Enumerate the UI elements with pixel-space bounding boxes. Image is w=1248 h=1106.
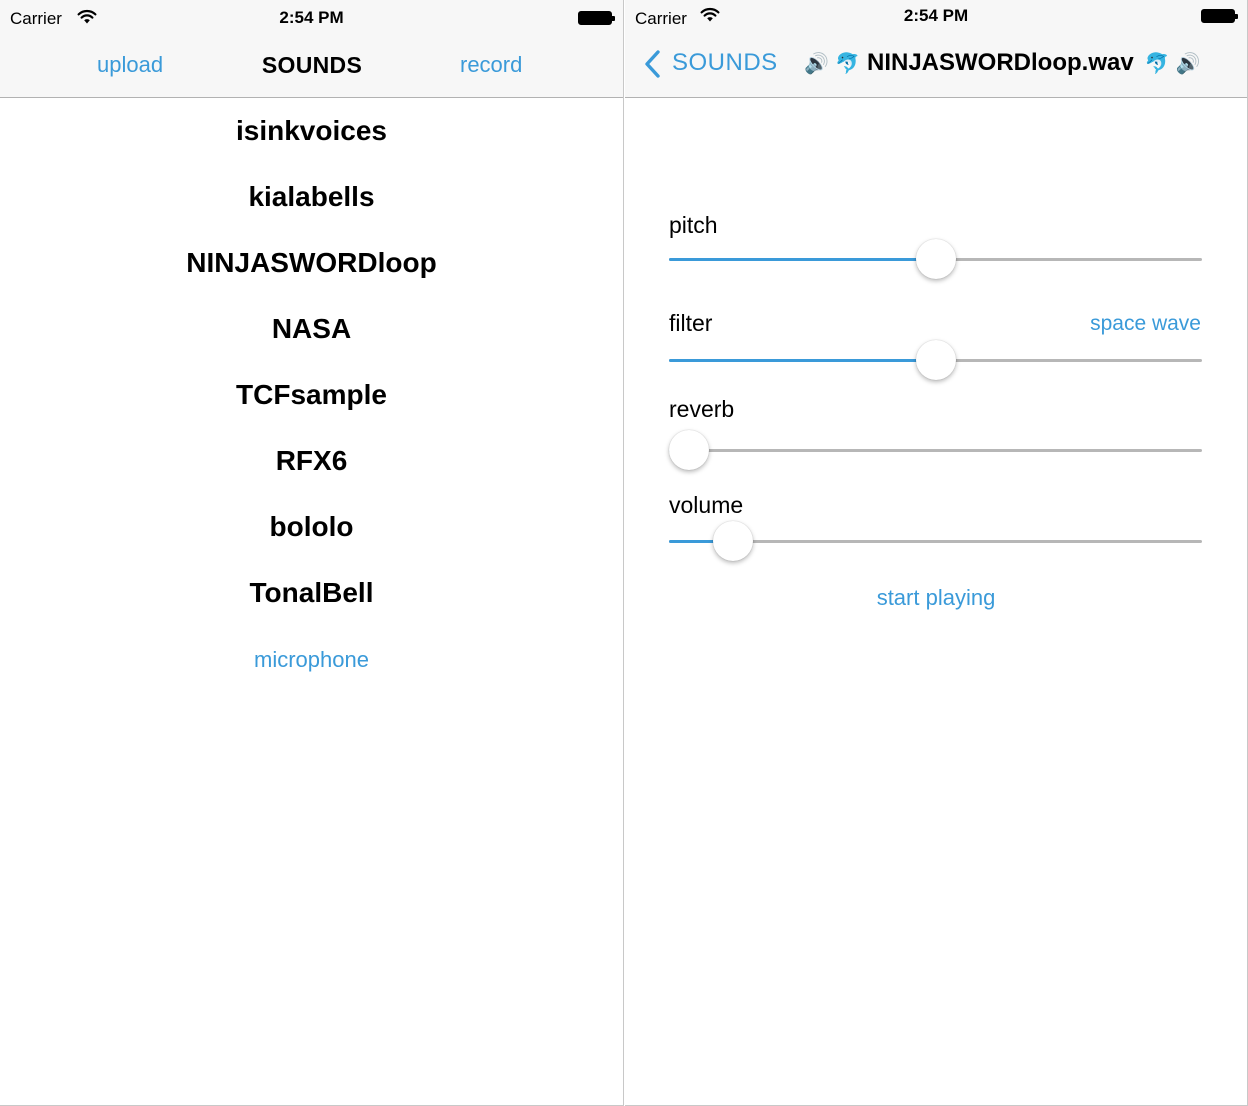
- sound-item[interactable]: NASA: [0, 313, 623, 345]
- slider-thumb[interactable]: [915, 239, 956, 279]
- status-time: 2:54 PM: [903, 6, 969, 25]
- dolphin-icon: 🐬: [1144, 52, 1170, 75]
- filter-label: filter: [669, 310, 713, 336]
- sound-item[interactable]: kialabells: [0, 181, 623, 213]
- speaker-icon: 🔊: [804, 52, 829, 75]
- slider-thumb[interactable]: [669, 430, 709, 470]
- volume-slider[interactable]: [669, 521, 1202, 561]
- sound-item[interactable]: isinkvoices: [0, 115, 623, 147]
- sounds-list-screen: Carrier 2:54 PM upload SOUNDS record isi…: [0, 0, 624, 1106]
- navigation-bar: Carrier 2:54 PM upload SOUNDS record: [0, 0, 623, 98]
- status-bar: Carrier 2:54 PM: [625, 0, 1247, 36]
- navigation-bar: Carrier 2:54 PM SOUNDS 🔊 🐬 NINJASWORDloo…: [625, 0, 1247, 98]
- sound-item[interactable]: TonalBell: [0, 577, 623, 609]
- slider-track: [669, 449, 1202, 452]
- volume-label: volume: [669, 492, 744, 518]
- reverb-slider[interactable]: [669, 430, 1202, 470]
- dolphin-icon: 🐬: [835, 52, 860, 75]
- slider-fill: [669, 359, 936, 362]
- back-button[interactable]: SOUNDS: [672, 49, 778, 77]
- filter-value-button[interactable]: space wave: [1090, 312, 1201, 336]
- status-bar: Carrier 2:54 PM: [0, 0, 623, 36]
- speaker-icon: 🔊: [1175, 52, 1201, 75]
- record-button[interactable]: record: [460, 52, 522, 78]
- page-title: NINJASWORDloop.wav: [867, 49, 1134, 76]
- filter-slider[interactable]: [669, 340, 1202, 380]
- page-title: SOUNDS: [261, 52, 363, 78]
- chevron-left-icon[interactable]: [643, 49, 663, 79]
- sound-item[interactable]: TCFsample: [0, 379, 623, 411]
- sound-item[interactable]: RFX6: [0, 445, 623, 477]
- battery-icon: [578, 11, 615, 25]
- pitch-slider[interactable]: [669, 239, 1202, 279]
- status-time: 2:54 PM: [279, 8, 344, 27]
- reverb-label: reverb: [669, 396, 735, 422]
- detail-title: 🔊 🐬 NINJASWORDloop.wav 🐬 🔊: [801, 45, 1204, 81]
- slider-thumb[interactable]: [713, 521, 754, 561]
- battery-icon: [1201, 9, 1238, 23]
- pitch-label: pitch: [669, 212, 718, 238]
- sound-item[interactable]: bololo: [0, 511, 623, 543]
- slider-fill: [669, 258, 936, 261]
- start-playing-button[interactable]: start playing: [625, 585, 1247, 611]
- microphone-button[interactable]: microphone: [0, 647, 623, 673]
- slider-thumb[interactable]: [915, 340, 956, 380]
- sound-detail-screen: Carrier 2:54 PM SOUNDS 🔊 🐬 NINJASWORDloo…: [625, 0, 1248, 1106]
- sound-item[interactable]: NINJASWORDloop: [0, 247, 623, 279]
